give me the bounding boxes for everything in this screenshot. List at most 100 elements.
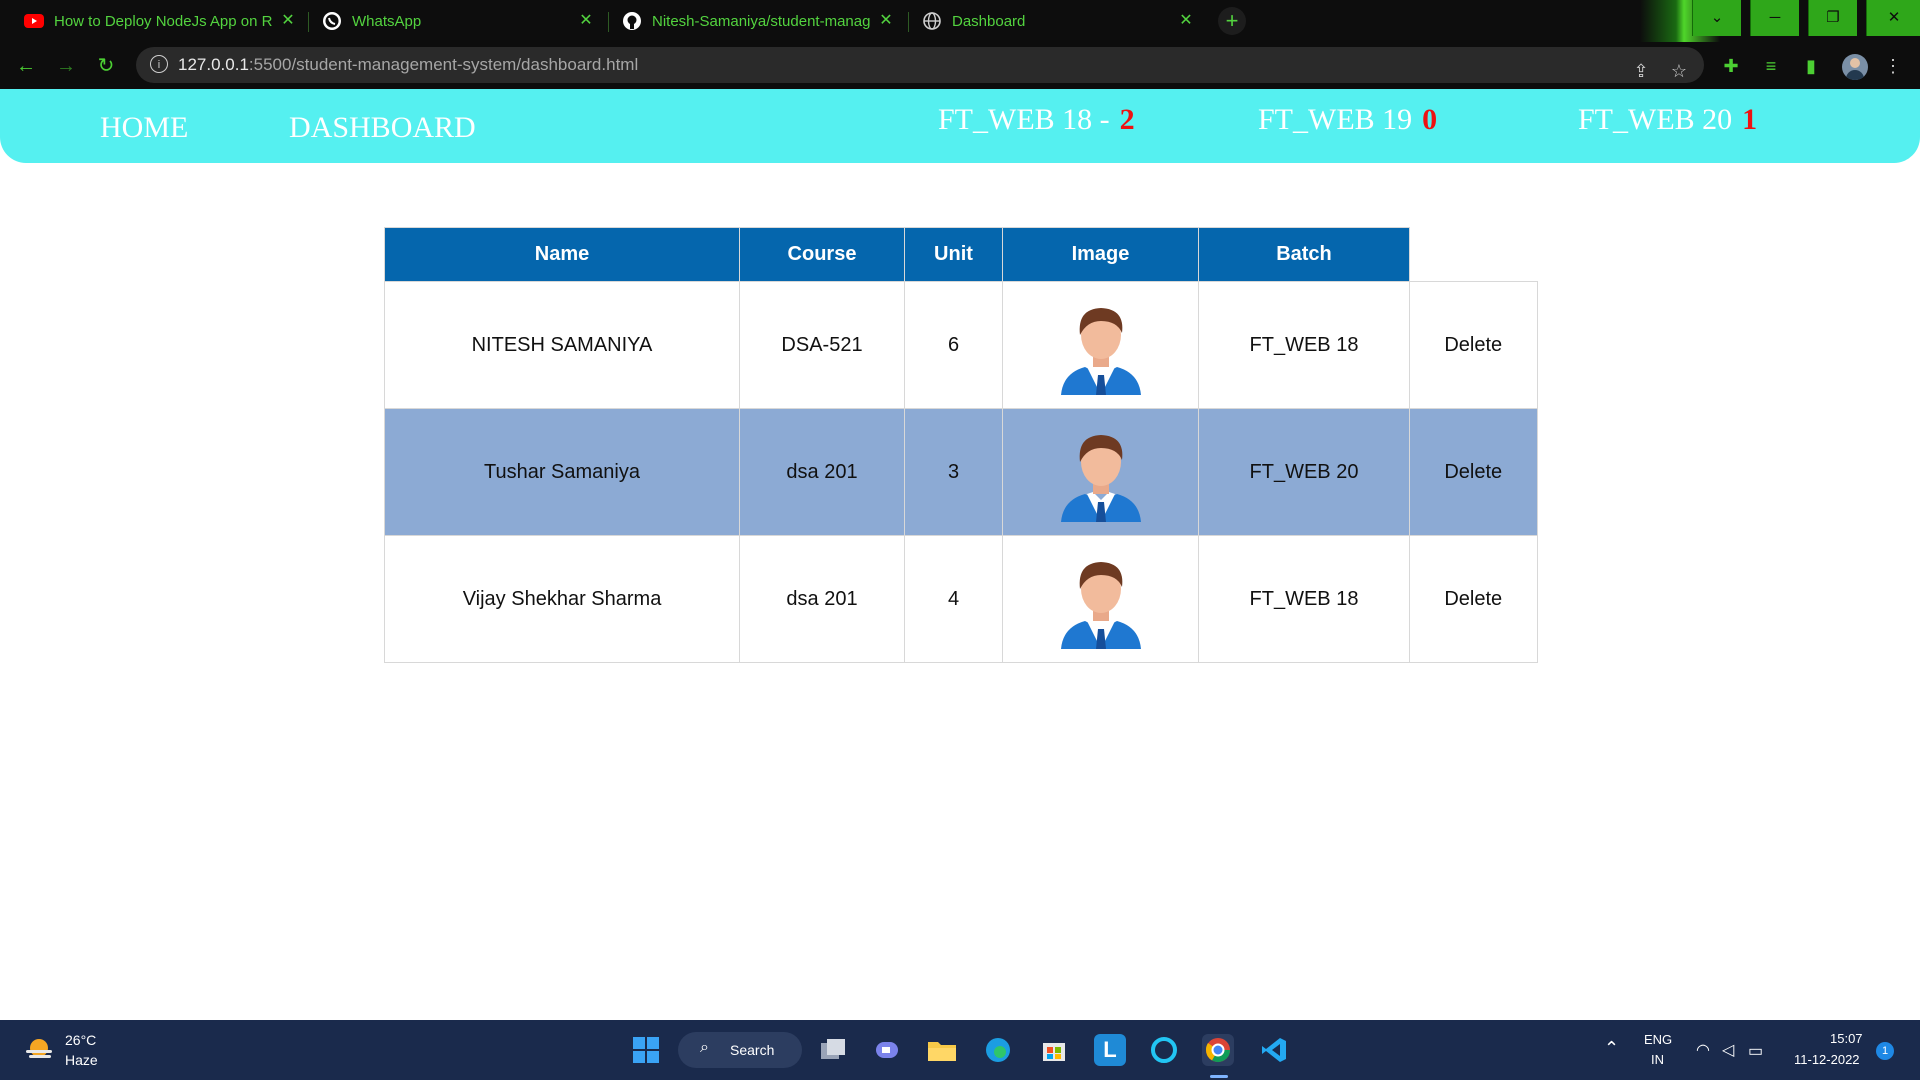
close-icon[interactable]: ✕ (278, 11, 298, 31)
restore-button[interactable]: ❐ (1808, 0, 1857, 36)
clock-time[interactable]: 15:07 (1830, 1031, 1863, 1046)
table-row: Vijay Shekhar Sharma dsa 201 4 FT_WEB 18… (384, 535, 1538, 663)
student-batch: FT_WEB 18 (1198, 535, 1410, 663)
batch-count-ft-web-20: FT_WEB 20 1 (1578, 103, 1757, 137)
close-icon[interactable]: ✕ (876, 11, 896, 31)
student-unit: 3 (904, 408, 1003, 536)
edge-icon[interactable] (982, 1034, 1014, 1066)
store-icon[interactable] (1038, 1034, 1070, 1066)
student-course: dsa 201 (739, 535, 905, 663)
student-course: dsa 201 (739, 408, 905, 536)
close-icon[interactable]: ✕ (1176, 11, 1196, 31)
student-batch: FT_WEB 20 (1198, 408, 1410, 536)
tab-title: Dashboard (952, 12, 1026, 30)
language-indicator[interactable]: ENG (1644, 1032, 1672, 1047)
search-icon: ⌕ (700, 1039, 709, 1056)
clock-date[interactable]: 11-12-2022 (1794, 1052, 1860, 1067)
tab-search-button[interactable]: ⌄ (1692, 0, 1741, 36)
student-name: Tushar Samaniya (384, 408, 740, 536)
column-header-action (1409, 227, 1537, 282)
reload-button[interactable]: ↻ (92, 52, 120, 80)
close-window-button[interactable]: ✕ (1866, 0, 1920, 36)
l-app-icon[interactable]: L (1094, 1034, 1126, 1066)
start-icon[interactable] (630, 1034, 662, 1066)
back-button[interactable]: ← (12, 52, 40, 80)
table-header-row: Name Course Unit Image Batch (384, 227, 1537, 282)
globe-icon (922, 11, 942, 31)
youtube-icon (24, 11, 44, 31)
batch-label: FT_WEB 20 (1578, 103, 1733, 136)
person-avatar-icon (1060, 435, 1141, 522)
reading-list-icon[interactable]: ≡ (1760, 55, 1782, 77)
student-name: NITESH SAMANIYA (384, 281, 740, 409)
person-avatar-icon (1060, 308, 1141, 395)
alexa-icon[interactable] (1148, 1034, 1180, 1066)
browser-toolbar: ← → ↻ i 127.0.0.1:5500/student-managemen… (0, 42, 1920, 89)
tab-youtube[interactable]: How to Deploy NodeJs App on R ✕ (24, 0, 298, 42)
notification-badge[interactable]: 1 (1876, 1042, 1894, 1060)
browser-tab-strip: How to Deploy NodeJs App on R ✕ WhatsApp… (0, 0, 1920, 42)
new-tab-button[interactable]: + (1218, 7, 1246, 35)
vscode-icon[interactable] (1258, 1034, 1290, 1066)
wifi-icon[interactable]: ◠ (1696, 1040, 1710, 1060)
minimize-button[interactable]: ─ (1750, 0, 1799, 36)
delete-button[interactable]: Delete (1409, 535, 1538, 663)
side-panel-icon[interactable]: ▮ (1800, 55, 1822, 77)
chrome-icon[interactable] (1202, 1034, 1234, 1066)
student-batch: FT_WEB 18 (1198, 281, 1410, 409)
weather-icon[interactable] (22, 1036, 56, 1064)
url-text: 127.0.0.1:5500/student-management-system… (178, 55, 638, 75)
github-icon (622, 11, 642, 31)
tab-separator (308, 12, 309, 32)
search-label: Search (730, 1042, 775, 1058)
task-view-icon[interactable] (818, 1034, 850, 1066)
batch-count: 1 (1742, 103, 1758, 136)
batch-count: 0 (1422, 103, 1438, 136)
nav-dashboard-link[interactable]: DASHBOARD (289, 111, 476, 145)
teams-chat-icon[interactable] (872, 1034, 904, 1066)
forward-button[interactable]: → (52, 52, 80, 80)
file-explorer-icon[interactable] (926, 1034, 958, 1066)
weather-temp: 26°C (65, 1032, 97, 1048)
page-navbar: HOME DASHBOARD FT_WEB 18 - 2 FT_WEB 19 0 F… (0, 89, 1920, 163)
weather-desc: Haze (65, 1052, 98, 1068)
volume-icon[interactable]: ◁ (1722, 1040, 1734, 1060)
tab-whatsapp[interactable]: WhatsApp ✕ (322, 0, 596, 42)
column-header-batch: Batch (1198, 227, 1410, 282)
url-path: :5500/student-management-system/dashboar… (248, 55, 639, 74)
menu-icon[interactable]: ⋮ (1882, 55, 1904, 77)
search-box[interactable]: ⌕ Search (678, 1032, 802, 1068)
tab-github[interactable]: Nitesh-Samaniya/student-manag ✕ (622, 0, 896, 42)
address-bar[interactable]: i 127.0.0.1:5500/student-management-syst… (136, 47, 1704, 83)
show-hidden-icons-icon[interactable]: ⌃ (1604, 1038, 1619, 1059)
nav-home-link[interactable]: HOME (100, 111, 188, 145)
tab-title: WhatsApp (352, 12, 422, 30)
table-row: Tushar Samaniya dsa 201 3 FT_WEB 20 Dele… (384, 408, 1538, 536)
site-info-icon[interactable]: i (150, 55, 168, 73)
battery-icon[interactable]: ▭ (1748, 1041, 1763, 1061)
tab-separator (908, 12, 909, 32)
bookmark-star-icon[interactable]: ☆ (1668, 60, 1690, 82)
batch-count-ft-web-19: FT_WEB 19 0 (1258, 103, 1437, 137)
active-app-indicator (1210, 1075, 1228, 1078)
batch-count-ft-web-18: FT_WEB 18 - 2 (938, 103, 1135, 137)
share-icon[interactable]: ⇪ (1630, 60, 1652, 82)
batch-label: FT_WEB 19 (1258, 103, 1413, 136)
column-header-image: Image (1002, 227, 1199, 282)
delete-button[interactable]: Delete (1409, 281, 1538, 409)
tab-title: Nitesh-Samaniya/student-manag (652, 12, 870, 30)
profile-avatar[interactable] (1842, 54, 1868, 80)
student-image-cell (1002, 408, 1199, 536)
tab-title: How to Deploy NodeJs App on R (54, 12, 273, 30)
tab-dashboard[interactable]: Dashboard ✕ (922, 0, 1196, 42)
column-header-course: Course (739, 227, 905, 282)
tab-separator (608, 12, 609, 32)
close-icon[interactable]: ✕ (576, 11, 596, 31)
extensions-icon[interactable]: ✚ (1720, 55, 1742, 77)
delete-button[interactable]: Delete (1409, 408, 1538, 536)
student-course: DSA-521 (739, 281, 905, 409)
student-image-cell (1002, 281, 1199, 409)
url-host: 127.0.0.1 (178, 55, 249, 74)
windows-taskbar: 26°C Haze ⌕ Search L ⌃ ENG IN ◠ ◁ ▭ 15:0… (0, 1020, 1920, 1080)
region-indicator[interactable]: IN (1651, 1052, 1664, 1067)
